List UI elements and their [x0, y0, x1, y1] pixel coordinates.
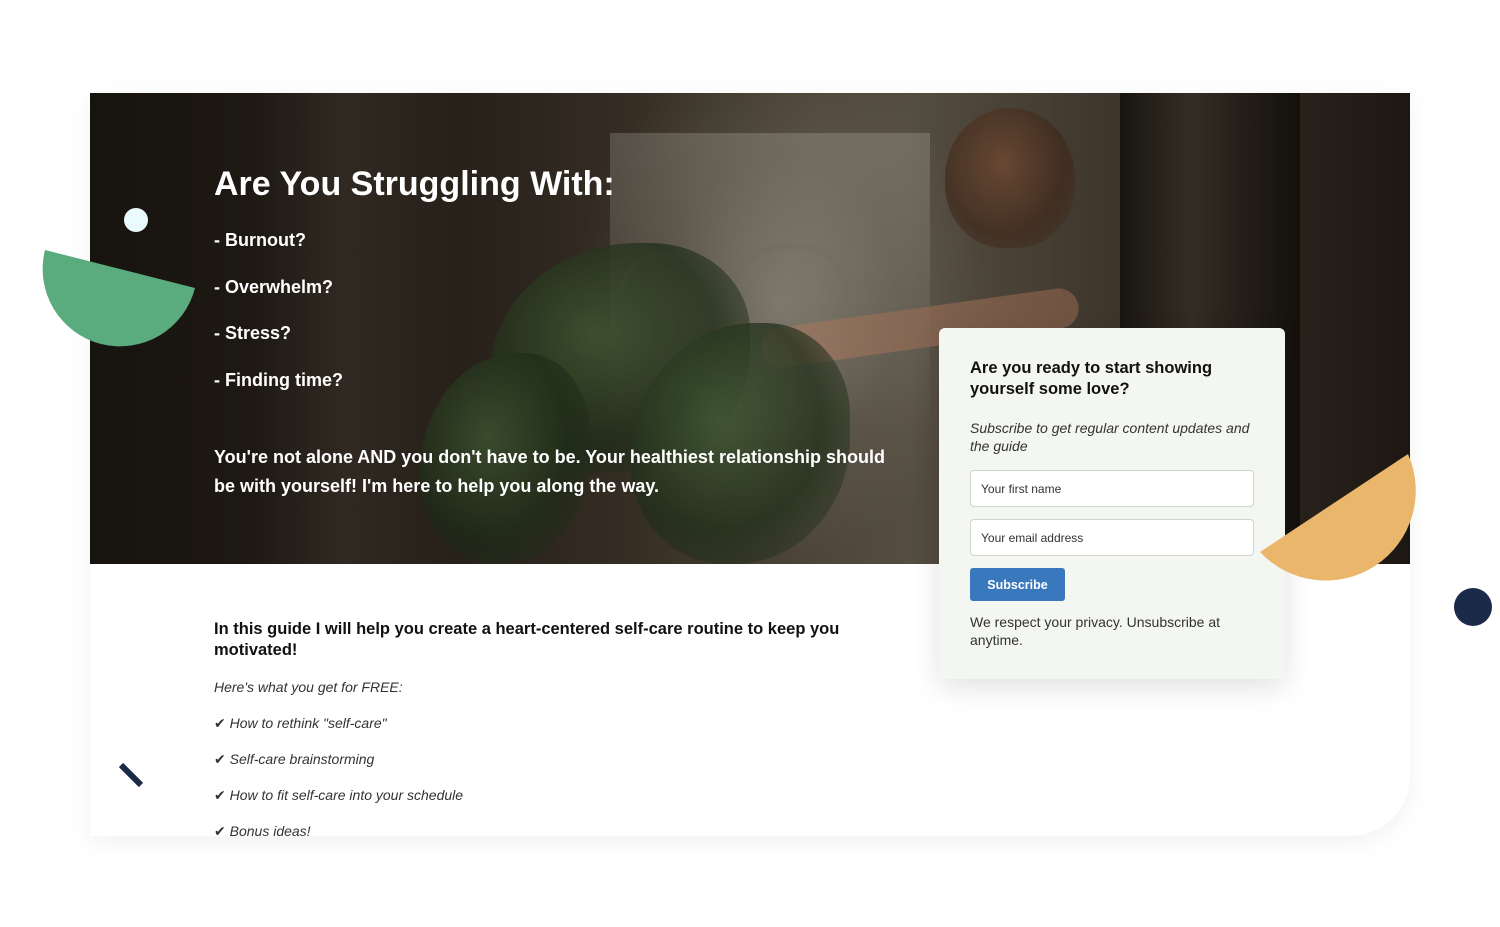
- guide-intro: Here's what you get for FREE:: [214, 679, 403, 695]
- green-semicircle-decoration: [42, 250, 195, 347]
- guide-section: In this guide I will help you create a h…: [214, 619, 894, 836]
- subscribe-button[interactable]: Subscribe: [970, 568, 1065, 601]
- guide-heading: In this guide I will help you create a h…: [214, 620, 840, 659]
- struggle-item: - Overwhelm?: [214, 276, 334, 297]
- form-title: Are you ready to start showing yourself …: [970, 359, 1213, 398]
- benefits-list: ✔ How to rethink "self-care" ✔ Self-care…: [214, 713, 894, 836]
- form-subtitle: Subscribe to get regular content updates…: [970, 420, 1250, 454]
- light-circle-decoration: [124, 208, 148, 232]
- benefit-item: ✔ How to rethink "self-care": [214, 715, 387, 731]
- navy-dash-decoration: [118, 762, 144, 788]
- privacy-note: We respect your privacy. Unsubscribe at …: [970, 614, 1221, 648]
- subscribe-form: Are you ready to start showing yourself …: [939, 328, 1285, 679]
- hero-title: Are You Struggling With:: [214, 165, 615, 203]
- orange-semicircle-decoration: [1260, 454, 1416, 581]
- benefit-item: ✔ Self-care brainstorming: [214, 751, 375, 767]
- first-name-input[interactable]: [970, 470, 1254, 507]
- struggle-item: - Stress?: [214, 323, 292, 343]
- struggle-item: - Finding time?: [214, 369, 343, 390]
- benefit-item: ✔ Bonus ideas!: [214, 823, 311, 836]
- email-input[interactable]: [970, 519, 1254, 556]
- navy-circle-decoration: [1454, 588, 1492, 626]
- hero-tagline: You're not alone AND you don't have to b…: [214, 447, 885, 496]
- hero-text: Are You Struggling With: - Burnout? - Ov…: [214, 163, 904, 415]
- struggle-list: - Burnout? - Overwhelm? - Stress? - Find…: [214, 229, 904, 391]
- benefit-item: ✔ How to fit self-care into your schedul…: [214, 787, 464, 803]
- struggle-item: - Burnout?: [214, 230, 306, 250]
